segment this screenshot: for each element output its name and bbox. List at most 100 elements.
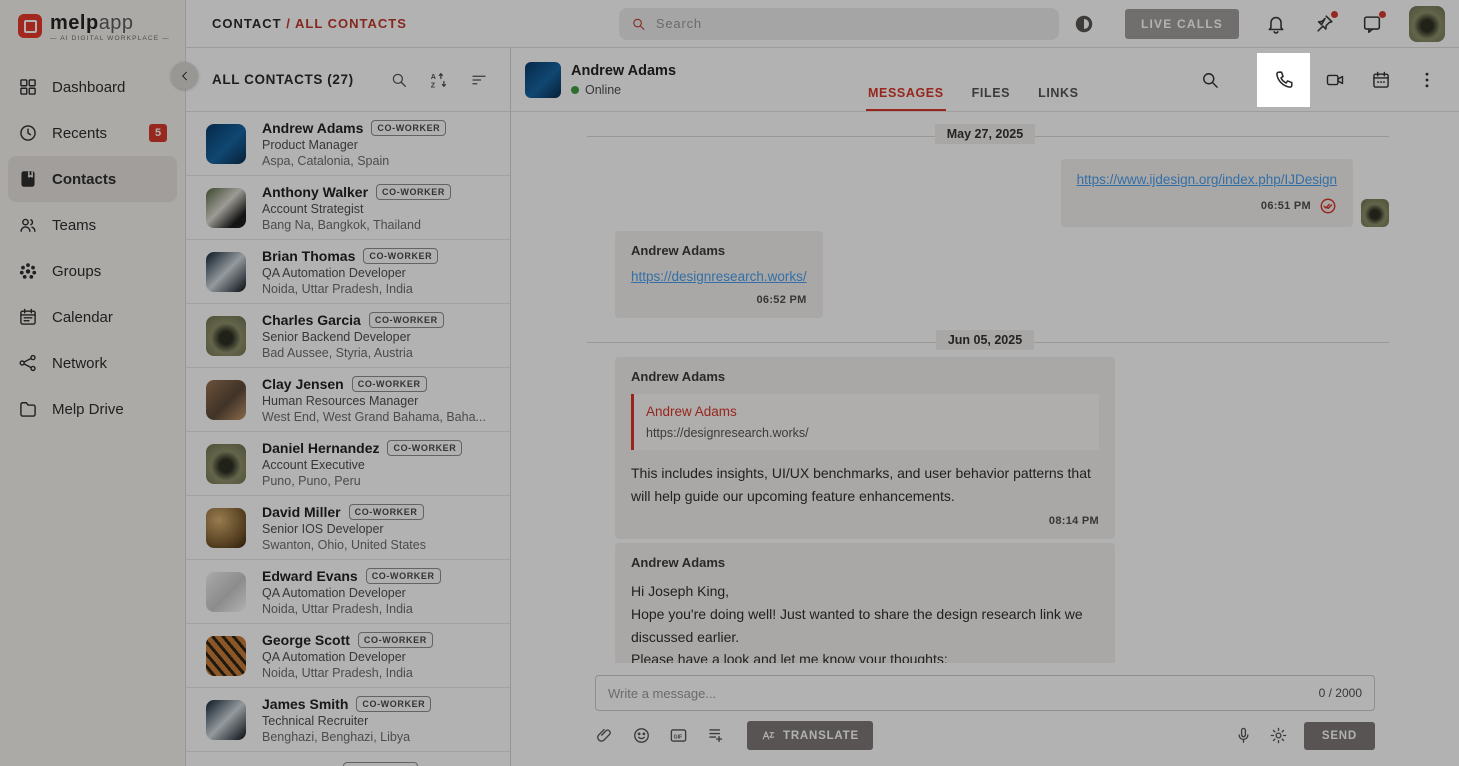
app-logo[interactable]: melpapp — AI DIGITAL WORKPLACE — — [0, 0, 185, 58]
sidebar-item-calendar[interactable]: Calendar — [8, 294, 177, 340]
contact-name: Anthony Walker — [262, 184, 368, 200]
sidebar-item-contacts[interactable]: Contacts — [8, 156, 177, 202]
translate-button[interactable]: TRANSLATE — [747, 721, 873, 750]
call-button[interactable] — [1257, 53, 1310, 107]
contact-role: Senior Backend Developer — [262, 330, 444, 344]
video-call-icon[interactable] — [1325, 70, 1345, 90]
contact-type-badge: CO-WORKER — [356, 696, 431, 712]
contact-row[interactable]: George ScottCO-WORKERQA Automation Devel… — [186, 624, 510, 688]
contact-type-badge: CO-WORKER — [387, 440, 462, 456]
contact-row[interactable]: Edward EvansCO-WORKERQA Automation Devel… — [186, 560, 510, 624]
message-link[interactable]: https://designresearch.works/ — [631, 269, 807, 284]
chat-search-icon[interactable] — [1200, 70, 1220, 90]
message-link[interactable]: https://www.ijdesign.org/index.php/IJDes… — [1077, 172, 1337, 187]
tab-links[interactable]: LINKS — [1036, 86, 1081, 111]
read-receipt-icon — [1319, 197, 1337, 215]
sidebar-item-label: Groups — [52, 263, 101, 280]
breadcrumb-current: ALL CONTACTS — [295, 16, 407, 31]
contact-row[interactable]: Anthony Walker CO-WORKER Account Strategis… — [186, 176, 510, 240]
more-options-icon[interactable] — [1417, 70, 1437, 90]
peer-avatar[interactable] — [525, 62, 561, 98]
phone-icon — [1273, 69, 1295, 91]
message-input[interactable] — [608, 686, 1319, 701]
contact-role: Senior IOS Developer — [262, 522, 426, 536]
app-tagline: — AI DIGITAL WORKPLACE — — [50, 35, 170, 42]
contact-row[interactable]: Brian ThomasCO-WORKERQA Automation Devel… — [186, 240, 510, 304]
peer-status: Online — [571, 83, 676, 97]
sidebar-item-label: Dashboard — [52, 79, 125, 96]
message-text: This includes insights, UI/UX benchmarks… — [631, 462, 1099, 507]
chat-bubble-icon[interactable] — [1361, 13, 1383, 35]
contact-row-partial[interactable]: CO-WORKER — [186, 752, 510, 766]
sidebar-item-recents[interactable]: Recents5 — [8, 110, 177, 156]
emoji-icon[interactable] — [632, 726, 651, 745]
contact-location: Noida, Uttar Pradesh, India — [262, 282, 438, 296]
sidebar-item-melp-drive[interactable]: Melp Drive — [8, 386, 177, 432]
contact-role: Account Executive — [262, 458, 462, 472]
breadcrumb: CONTACT / ALL CONTACTS — [212, 16, 407, 31]
message-list: May 27, 2025https://www.ijdesign.org/ind… — [511, 112, 1459, 663]
quick-note-icon[interactable] — [706, 726, 725, 745]
contact-role: Technical Recruiter — [262, 714, 431, 728]
contact-avatar — [206, 316, 246, 356]
tab-messages[interactable]: MESSAGES — [866, 86, 946, 111]
contact-row[interactable]: James SmithCO-WORKERTechnical RecruiterB… — [186, 688, 510, 752]
bell-icon[interactable] — [1265, 13, 1287, 35]
contact-type-badge: CO-WORKER — [352, 376, 427, 392]
sidebar-item-teams[interactable]: Teams — [8, 202, 177, 248]
melp-app-window: melpapp — AI DIGITAL WORKPLACE — Dashboa… — [0, 0, 1459, 766]
message-input-box[interactable]: 0 / 2000 — [595, 675, 1375, 711]
paperclip-icon[interactable] — [595, 726, 614, 745]
contact-row[interactable]: Daniel HernandezCO-WORKERAccount Executi… — [186, 432, 510, 496]
contacts-book-icon — [18, 169, 38, 189]
contact-row[interactable]: Clay JensenCO-WORKERHuman Resources Mana… — [186, 368, 510, 432]
message-text: Hi Joseph King, — [631, 580, 1099, 603]
contact-name: Clay Jensen — [262, 376, 344, 392]
sidebar-item-label: Calendar — [52, 309, 113, 326]
quote-text: https://designresearch.works/ — [646, 426, 1087, 440]
contact-row[interactable]: Charles GarciaCO-WORKERSenior Backend De… — [186, 304, 510, 368]
dashboard-icon — [18, 77, 38, 97]
search-input[interactable] — [656, 16, 1047, 31]
gif-icon[interactable]: GIF — [669, 726, 688, 745]
outgoing-message: https://www.ijdesign.org/index.php/IJDes… — [581, 159, 1389, 227]
sidebar-item-groups[interactable]: Groups — [8, 248, 177, 294]
search-icon[interactable] — [390, 71, 408, 89]
global-search[interactable] — [619, 8, 1059, 40]
svg-text:A: A — [431, 72, 436, 80]
sort-az-icon[interactable]: AZ — [430, 71, 448, 89]
sidebar-collapse-button[interactable] — [171, 62, 198, 89]
contact-name: David Miller — [262, 504, 341, 520]
sidebar-item-dashboard[interactable]: Dashboard — [8, 64, 177, 110]
filter-lines-icon[interactable] — [470, 71, 488, 89]
groups-icon — [18, 261, 38, 281]
pin-icon[interactable] — [1313, 13, 1335, 35]
live-calls-button[interactable]: LIVE CALLS — [1125, 9, 1239, 39]
contact-row[interactable]: Andrew AdamsCO-WORKERProduct ManagerAspa… — [186, 112, 510, 176]
send-button[interactable]: SEND — [1304, 722, 1375, 750]
topbar-right: LIVE CALLS — [1125, 6, 1445, 42]
schedule-icon[interactable] — [1371, 70, 1391, 90]
contact-name: Andrew Adams — [262, 120, 363, 136]
contact-avatar — [206, 188, 246, 228]
contact-role: Account Strategist — [262, 202, 451, 216]
theme-toggle-button[interactable] — [1073, 13, 1095, 35]
tab-files[interactable]: FILES — [970, 86, 1012, 111]
user-avatar[interactable] — [1409, 6, 1445, 42]
message-sender: Andrew Adams — [631, 555, 1099, 570]
contact-location: Bad Aussee, Styria, Austria — [262, 346, 444, 360]
translate-icon — [761, 728, 776, 743]
settings-gear-icon[interactable] — [1269, 726, 1288, 745]
message-sender: Andrew Adams — [631, 243, 807, 258]
contact-type-badge: CO-WORKER — [376, 184, 451, 200]
contact-row[interactable]: David MillerCO-WORKERSenior IOS Develope… — [186, 496, 510, 560]
quoted-message[interactable]: Andrew Adamshttps://designresearch.works… — [631, 394, 1099, 450]
contact-location: Noida, Uttar Pradesh, India — [262, 666, 433, 680]
contact-avatar — [206, 636, 246, 676]
mic-icon[interactable] — [1234, 726, 1253, 745]
composer-toolbar: GIF TRANSLATE SEND — [595, 721, 1375, 750]
peer-status-text: Online — [585, 83, 621, 97]
sidebar-item-network[interactable]: Network — [8, 340, 177, 386]
contact-name: Brian Thomas — [262, 248, 355, 264]
contact-name: George Scott — [262, 632, 350, 648]
